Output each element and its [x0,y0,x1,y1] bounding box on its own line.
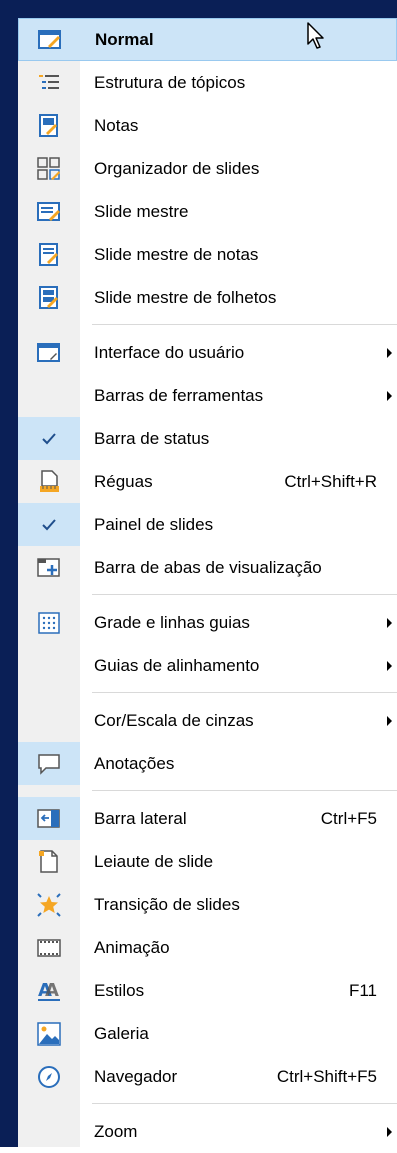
menu-item-label: Slide mestre de folhetos [94,287,277,307]
navigator-icon [18,1055,80,1098]
submenu-arrow-icon [387,347,392,358]
menu-item-label: Guias de alinhamento [94,655,260,675]
menu-item-slide-transition[interactable]: Transição de slides [18,883,397,926]
submenu-arrow-icon [387,390,392,401]
menu-item-shortcut: Ctrl+F5 [320,808,377,828]
menu-separator [18,785,397,797]
menu-item-slide-pane[interactable]: Painel de slides [18,503,397,546]
menu-item-shortcut: F11 [348,980,377,1000]
view-tabs-icon [18,546,80,589]
master-handout-icon [18,276,80,319]
menu-item-animation[interactable]: Animação [18,926,397,969]
menu-item-shortcut: Ctrl+Shift+R [284,471,377,491]
sidebar-icon [18,797,80,840]
menu-item-slide-sorter[interactable]: Organizador de slides [18,147,397,190]
menu-item-status-bar[interactable]: Barra de status [18,417,397,460]
menu-item-styles[interactable]: AA Estilos F11 [18,969,397,1012]
menu-item-master-slide[interactable]: Slide mestre [18,190,397,233]
comment-icon [18,742,80,785]
menu-separator [18,687,397,699]
menu-item-label: Leiaute de slide [94,851,214,871]
menu-item-label: Barra lateral [94,808,187,828]
svg-text:A: A [45,980,59,1001]
menu-item-view-tabs-bar[interactable]: Barra de abas de visualização [18,546,397,589]
styles-icon: AA [18,969,80,1012]
master-slide-icon [18,190,80,233]
menu-item-shortcut: Ctrl+Shift+F5 [276,1066,377,1086]
master-notes-icon [18,233,80,276]
menu-item-user-interface[interactable]: Interface do usuário [18,331,397,374]
slide-layout-icon [18,840,80,883]
menu-item-rulers[interactable]: Réguas Ctrl+Shift+R [18,460,397,503]
menu-separator [18,589,397,601]
animation-icon [18,926,80,969]
menu-item-toolbars[interactable]: Barras de ferramentas [18,374,397,417]
menu-item-label: Animação [94,937,170,957]
menu-item-label: Cor/Escala de cinzas [94,710,254,730]
menu-item-label: Grade e linhas guias [94,612,250,632]
menu-item-label: Slide mestre [94,201,189,221]
menu-item-label: Galeria [94,1023,149,1043]
submenu-arrow-icon [387,660,392,671]
user-interface-icon [18,331,80,374]
menu-item-label: Barra de abas de visualização [94,557,322,577]
slide-transition-icon [18,883,80,926]
menu-item-label: Anotações [94,753,175,773]
menu-item-label: Normal [95,29,154,49]
menu-item-label: Organizador de slides [94,158,260,178]
menu-item-master-notes[interactable]: Slide mestre de notas [18,233,397,276]
window-left-border [0,0,18,1147]
menu-item-grid[interactable]: Grade e linhas guias [18,601,397,644]
menu-item-sidebar[interactable]: Barra lateral Ctrl+F5 [18,797,397,840]
menu-item-label: Painel de slides [94,514,214,534]
menu-item-navigator[interactable]: Navegador Ctrl+Shift+F5 [18,1055,397,1098]
view-menu: Normal Estrutura de tópicos Notas Organi… [18,18,397,1153]
menu-item-notes[interactable]: Notas [18,104,397,147]
menu-item-label: Barras de ferramentas [94,385,264,405]
submenu-arrow-icon [387,715,392,726]
gallery-icon [18,1012,80,1055]
checkmark-icon [18,503,80,546]
rulers-icon [18,460,80,503]
view-menu-window: Normal Estrutura de tópicos Notas Organi… [0,0,397,1147]
menu-item-comments[interactable]: Anotações [18,742,397,785]
menu-item-label: Interface do usuário [94,342,245,362]
menu-item-color-grayscale[interactable]: Cor/Escala de cinzas [18,699,397,742]
menu-item-normal[interactable]: Normal [18,18,397,61]
menu-separator [18,319,397,331]
menu-item-master-handout[interactable]: Slide mestre de folhetos [18,276,397,319]
menu-separator [18,1098,397,1110]
menu-item-slide-layout[interactable]: Leiaute de slide [18,840,397,883]
menu-item-outline[interactable]: Estrutura de tópicos [18,61,397,104]
menu-item-snap-guides[interactable]: Guias de alinhamento [18,644,397,687]
submenu-arrow-icon [387,1126,392,1137]
menu-item-label: Notas [94,115,139,135]
menu-item-gallery[interactable]: Galeria [18,1012,397,1055]
checkmark-icon [18,417,80,460]
menu-item-label: Navegador [94,1066,178,1086]
mouse-pointer-icon [307,22,327,50]
menu-item-label: Estilos [94,980,145,1000]
window-top-border [0,0,397,18]
submenu-arrow-icon [387,617,392,628]
menu-item-label: Transição de slides [94,894,240,914]
grid-icon [18,601,80,644]
menu-item-label: Zoom [94,1121,138,1141]
menu-item-label: Réguas [94,471,153,491]
menu-item-label: Barra de status [94,428,210,448]
slide-sorter-icon [18,147,80,190]
menu-item-label: Slide mestre de notas [94,244,259,264]
menu-item-label: Estrutura de tópicos [94,72,246,92]
normal-view-icon [19,19,81,60]
notes-icon [18,104,80,147]
outline-icon [18,61,80,104]
